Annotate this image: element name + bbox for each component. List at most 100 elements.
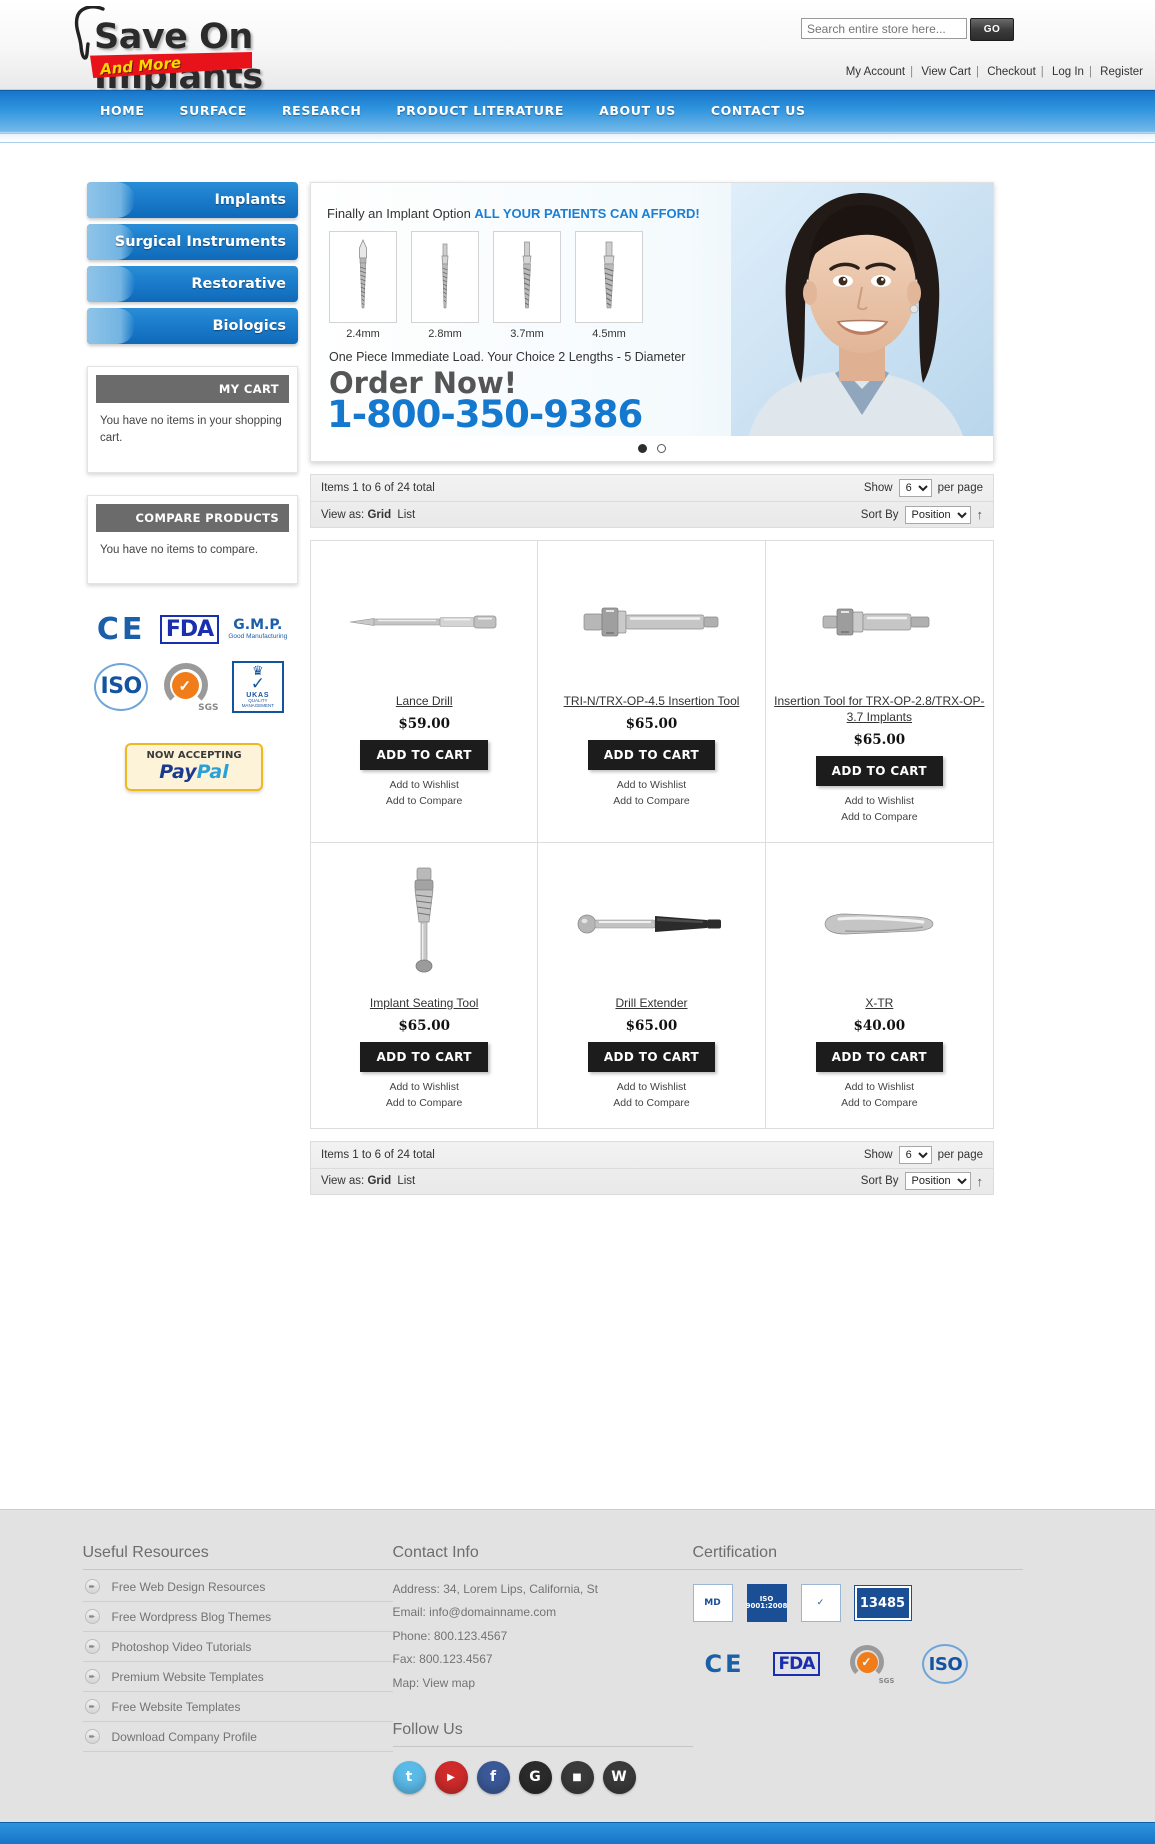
product-name[interactable]: Implant Seating Tool <box>319 995 529 1011</box>
search-go-button[interactable]: GO <box>970 18 1014 41</box>
nav-item-home[interactable]: HOME <box>100 103 177 118</box>
product-image[interactable] <box>546 551 756 693</box>
hero-headline: Finally an Implant Option ALL YOUR PATIE… <box>327 206 700 221</box>
product-image[interactable] <box>774 853 985 995</box>
hero-dot-2[interactable] <box>657 444 666 453</box>
add-to-cart-button[interactable]: ADD TO CART <box>815 1042 943 1073</box>
footer-resources: Useful Resources ➨ Free Web Design Resou… <box>82 1544 393 1794</box>
sidebar-item-restorative[interactable]: Restorative <box>87 266 298 302</box>
product-name[interactable]: Drill Extender <box>546 995 756 1011</box>
link-my-account[interactable]: My Account <box>846 66 905 78</box>
add-to-wishlist-link[interactable]: Add to Wishlist <box>546 778 756 794</box>
footer-link-row[interactable]: ➨ Premium Website Templates <box>82 1662 393 1692</box>
facebook-icon[interactable]: f <box>476 1760 510 1794</box>
sort-by-select-top[interactable]: Position <box>904 505 971 524</box>
product-name[interactable]: Insertion Tool for TRX-OP-2.8/TRX-OP-3.7… <box>774 693 985 725</box>
add-to-compare-link[interactable]: Add to Compare <box>546 1096 756 1112</box>
footer-resource-link[interactable]: Free Website Templates <box>112 1700 241 1714</box>
view-list-bottom[interactable]: List <box>397 1175 415 1187</box>
quality-badge-label: ✓ <box>816 1597 825 1608</box>
product-image[interactable] <box>546 853 756 995</box>
link-checkout[interactable]: Checkout <box>987 66 1036 78</box>
nav-item-product-literature[interactable]: PRODUCT LITERATURE <box>396 103 597 118</box>
link-log-in[interactable]: Log In <box>1052 66 1084 78</box>
search-input[interactable] <box>801 18 967 39</box>
footer-resource-link[interactable]: Premium Website Templates <box>112 1670 264 1684</box>
twitter-icon[interactable]: t <box>392 1760 426 1794</box>
add-to-compare-link[interactable]: Add to Compare <box>319 794 529 810</box>
sidebar-item-surgical-instruments[interactable]: Surgical Instruments <box>87 224 298 260</box>
view-grid-bottom[interactable]: Grid <box>367 1175 391 1187</box>
add-to-cart-button[interactable]: ADD TO CART <box>587 1042 716 1073</box>
sidebar-item-biologics[interactable]: Biologics <box>87 308 298 344</box>
footer-link-row[interactable]: ➨ Free Web Design Resources <box>82 1572 393 1602</box>
google-icon[interactable]: G <box>518 1760 552 1794</box>
product-name[interactable]: TRI-N/TRX-OP-4.5 Insertion Tool <box>546 693 756 709</box>
left-sidebar: Implants Surgical Instruments Restorativ… <box>87 182 298 791</box>
iso-9001-badge-label: ISO 9001:2008 <box>745 1595 788 1610</box>
delicious-icon[interactable]: ■ <box>560 1760 594 1794</box>
footer-resource-link[interactable]: Download Company Profile <box>112 1730 257 1744</box>
add-to-cart-button[interactable]: ADD TO CART <box>587 740 716 771</box>
view-list-top[interactable]: List <box>397 509 415 521</box>
iso-13485-badge-icon: 13485 <box>854 1586 911 1620</box>
add-to-cart-button[interactable]: ADD TO CART <box>360 1042 488 1073</box>
add-to-wishlist-link[interactable]: Add to Wishlist <box>319 778 529 794</box>
add-to-wishlist-link[interactable]: Add to Wishlist <box>774 1080 985 1096</box>
per-page-select-bottom[interactable]: 6 <box>898 1145 932 1164</box>
add-to-compare-link[interactable]: Add to Compare <box>774 810 985 826</box>
hero-dot-1[interactable] <box>638 444 647 453</box>
implant-size-label: 2.8mm <box>428 328 462 340</box>
product-links: Add to Wishlist Add to Compare <box>774 1080 985 1112</box>
add-to-cart-button[interactable]: ADD TO CART <box>815 756 943 787</box>
add-to-wishlist-link[interactable]: Add to Wishlist <box>774 794 985 810</box>
footer-resource-link[interactable]: Free Wordpress Blog Themes <box>112 1610 272 1624</box>
quality-badge-icon: ✓ <box>800 1584 841 1622</box>
link-register[interactable]: Register <box>1100 66 1143 78</box>
footer-resource-link[interactable]: Photoshop Video Tutorials <box>112 1640 252 1654</box>
contact-email: Email: info@domainname.com <box>392 1605 557 1620</box>
product-image[interactable] <box>319 551 529 693</box>
product-name[interactable]: Lance Drill <box>319 693 529 709</box>
site-logo[interactable]: Save On Implants And More <box>68 4 398 97</box>
my-cart-title: MY CART <box>96 375 289 403</box>
sort-by-label-top: Sort By <box>860 508 899 521</box>
footer-link-row[interactable]: ➨ Free Wordpress Blog Themes <box>82 1602 393 1632</box>
add-to-wishlist-link[interactable]: Add to Wishlist <box>546 1080 756 1096</box>
add-to-compare-link[interactable]: Add to Compare <box>774 1096 985 1112</box>
sort-direction-icon-top[interactable]: ↑ <box>977 507 984 522</box>
link-view-cart[interactable]: View Cart <box>921 66 971 78</box>
sort-direction-icon-bottom[interactable]: ↑ <box>977 1174 984 1189</box>
add-to-cart-button[interactable]: ADD TO CART <box>360 740 488 771</box>
product-name[interactable]: X-TR <box>774 995 985 1011</box>
per-page-label-top: per page <box>937 482 983 494</box>
footer-contact: Contact Info Address: 34, Lorem Lips, Ca… <box>392 1544 693 1794</box>
product-image[interactable] <box>774 551 985 693</box>
footer-link-row[interactable]: ➨ Download Company Profile <box>82 1722 393 1752</box>
implant-thumb: 4.5mm <box>575 231 643 340</box>
footer-resource-link[interactable]: Free Web Design Resources <box>112 1580 266 1594</box>
sidebar-item-implants[interactable]: Implants <box>87 182 298 218</box>
page-top-gap <box>0 143 1155 182</box>
item-count-bottom: Items 1 to 6 of 24 total <box>321 1148 435 1161</box>
add-to-compare-link[interactable]: Add to Compare <box>546 794 756 810</box>
product-image[interactable] <box>319 853 529 995</box>
per-page-label-bottom: per page <box>937 1148 983 1161</box>
nav-item-surface[interactable]: SURFACE <box>179 103 279 118</box>
nav-item-contact-us[interactable]: CONTACT US <box>711 103 839 118</box>
wordpress-icon[interactable]: W <box>602 1760 636 1794</box>
item-count-top: Items 1 to 6 of 24 total <box>321 482 435 494</box>
view-as-label-bottom: View as: <box>321 1175 365 1188</box>
nav-item-about-us[interactable]: ABOUT US <box>599 103 709 118</box>
view-grid-top[interactable]: Grid <box>367 509 391 521</box>
per-page-select-top[interactable]: 6 <box>898 479 932 497</box>
youtube-icon[interactable]: ▶ <box>434 1760 468 1794</box>
footer-link-row[interactable]: ➨ Photoshop Video Tutorials <box>82 1632 393 1662</box>
sort-by-select-bottom[interactable]: Position <box>904 1172 971 1191</box>
view-map-link[interactable]: View map <box>423 1676 475 1690</box>
nav-item-research[interactable]: RESEARCH <box>282 103 394 118</box>
footer-link-row[interactable]: ➨ Free Website Templates <box>82 1692 393 1722</box>
add-to-compare-link[interactable]: Add to Compare <box>319 1096 529 1112</box>
add-to-wishlist-link[interactable]: Add to Wishlist <box>319 1080 529 1096</box>
paypal-pay: Pay <box>159 761 197 784</box>
